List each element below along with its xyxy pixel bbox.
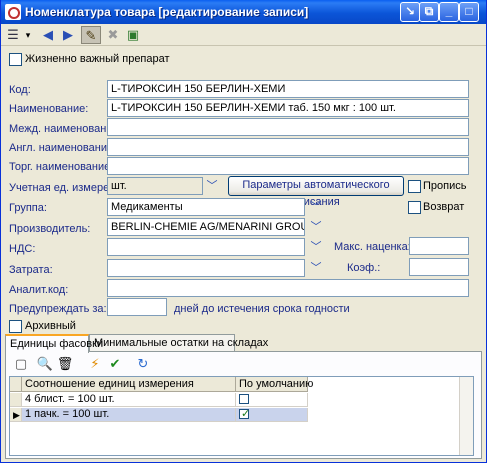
group-label: Группа: — [9, 202, 47, 214]
refresh-icon[interactable]: ↻ — [134, 355, 152, 373]
restore-icon-button[interactable]: ⧉ — [419, 2, 439, 22]
tab-panel: ▢ 🔍 🗑 ⚡ ✔ ↻ Соотношение единиц измерения… — [5, 351, 482, 459]
code-field[interactable]: L-ТИРОКСИН 150 БЕРЛИН-ХЕМИ — [107, 80, 469, 98]
app-icon — [5, 4, 21, 20]
cost-field[interactable] — [107, 259, 305, 277]
manufacturer-field[interactable]: BERLIN-CHEMIE AG/MENARINI GROUP — [107, 218, 305, 236]
return-checkbox[interactable] — [408, 201, 421, 214]
row-indicator[interactable] — [10, 393, 22, 407]
intl-name-label: Межд. наименование: — [9, 123, 122, 135]
packing-units-grid: Соотношение единиц измерения По умолчани… — [9, 376, 474, 456]
window-title: Номенклатура товара [редактирование запи… — [25, 5, 309, 19]
maximize-button[interactable]: □ — [459, 2, 479, 22]
tab-min-stock[interactable]: Минимальные остатки на складах — [89, 334, 268, 352]
default-checkbox[interactable] — [239, 394, 249, 404]
menu-icon[interactable]: ☰ — [5, 26, 21, 44]
toolbar: ☰ ▾ ◀ ▶ ✎ ✖ ▣ — [1, 24, 486, 46]
back-arrow-icon[interactable]: ◀ — [39, 26, 57, 44]
intl-name-field[interactable] — [107, 118, 469, 136]
dropdown-arrow-icon[interactable]: ▾ — [23, 26, 33, 44]
trash-icon[interactable]: 🗑 — [56, 355, 74, 373]
cost-dropdown-icon[interactable]: ﹀ — [309, 261, 323, 275]
unit-dropdown-icon[interactable]: ﹀ — [205, 179, 219, 193]
lightning-icon[interactable]: ⚡ — [86, 355, 104, 373]
save-close-icon[interactable]: ▣ — [124, 26, 142, 44]
table-row-ratio[interactable]: 1 пачк. = 100 шт. — [22, 408, 236, 422]
vat-dropdown-icon[interactable]: ﹀ — [309, 240, 323, 254]
eng-name-field[interactable] — [107, 138, 469, 156]
vital-label: Жизненно важный препарат — [25, 53, 170, 65]
return-label: Возврат — [423, 201, 465, 213]
table-row-ratio[interactable]: 4 блист. = 100 шт. — [22, 393, 236, 407]
column-header-default[interactable]: По умолчанию — [236, 377, 313, 392]
checkmark-icon[interactable]: ✔ — [106, 355, 124, 373]
warn-suffix: дней до истечения срока годности — [174, 303, 350, 315]
title-bar[interactable]: Номенклатура товара [редактирование запи… — [1, 0, 486, 24]
max-markup-label: Макс. наценка: — [334, 241, 411, 253]
grid-corner — [10, 377, 22, 392]
vital-checkbox[interactable] — [9, 53, 22, 66]
search-icon[interactable]: 🔍 — [36, 355, 54, 373]
default-checkbox-checked[interactable] — [239, 407, 250, 420]
warn-label: Предупреждать за: — [9, 303, 107, 315]
main-window: Номенклатура товара [редактирование запи… — [0, 0, 487, 463]
tool-window-button[interactable]: ↘ — [400, 2, 420, 22]
table-row-default[interactable] — [236, 407, 308, 422]
warn-days-field[interactable] — [107, 298, 167, 316]
unit-field[interactable]: шт. — [107, 177, 203, 195]
trade-name-field[interactable] — [107, 157, 469, 175]
column-header-ratio[interactable]: Соотношение единиц измерения — [22, 377, 236, 392]
archive-label: Архивный — [25, 320, 76, 332]
analytic-code-label: Аналит.код: — [9, 284, 69, 296]
new-record-icon[interactable]: ▢ — [12, 355, 30, 373]
group-dropdown-icon[interactable]: ﹀ — [309, 200, 323, 214]
tab-packing-units[interactable]: Единицы фасовки — [5, 334, 103, 353]
delete-icon[interactable]: ✖ — [104, 26, 122, 44]
current-row-indicator-icon[interactable]: ▶ — [10, 408, 22, 422]
max-markup-field[interactable] — [409, 237, 469, 255]
trade-name-label: Торг. наименование: — [9, 161, 114, 173]
autowriteoff-params-button[interactable]: Параметры автоматического списания — [228, 176, 404, 208]
forward-arrow-icon[interactable]: ▶ — [59, 26, 77, 44]
table-row-default[interactable] — [236, 393, 308, 407]
cursive-label: Пропись — [423, 180, 467, 192]
archive-checkbox[interactable] — [9, 320, 22, 333]
analytic-code-field[interactable] — [107, 279, 469, 297]
vat-field[interactable] — [107, 238, 305, 256]
coef-field[interactable] — [409, 258, 469, 276]
coef-label: Коэф.: — [347, 262, 381, 274]
code-label: Код: — [9, 84, 31, 96]
edit-brush-icon[interactable]: ✎ — [81, 26, 101, 44]
grid-toolbar: ▢ 🔍 🗑 ⚡ ✔ ↻ — [6, 352, 481, 376]
name-label: Наименование: — [9, 103, 89, 115]
cost-label: Затрата: — [9, 264, 53, 276]
manufacturer-dropdown-icon[interactable]: ﹀ — [309, 220, 323, 234]
grid-scrollbar[interactable] — [459, 377, 473, 455]
minimize-button[interactable]: _ — [439, 2, 459, 22]
cursive-checkbox[interactable] — [408, 180, 421, 193]
vat-label: НДС: — [9, 243, 36, 255]
eng-name-label: Англ. наименование: — [9, 142, 117, 154]
group-field[interactable]: Медикаменты — [107, 198, 305, 216]
manufacturer-label: Производитель: — [9, 223, 91, 235]
name-field[interactable]: L-ТИРОКСИН 150 БЕРЛИН-ХЕМИ таб. 150 мкг … — [107, 99, 469, 117]
